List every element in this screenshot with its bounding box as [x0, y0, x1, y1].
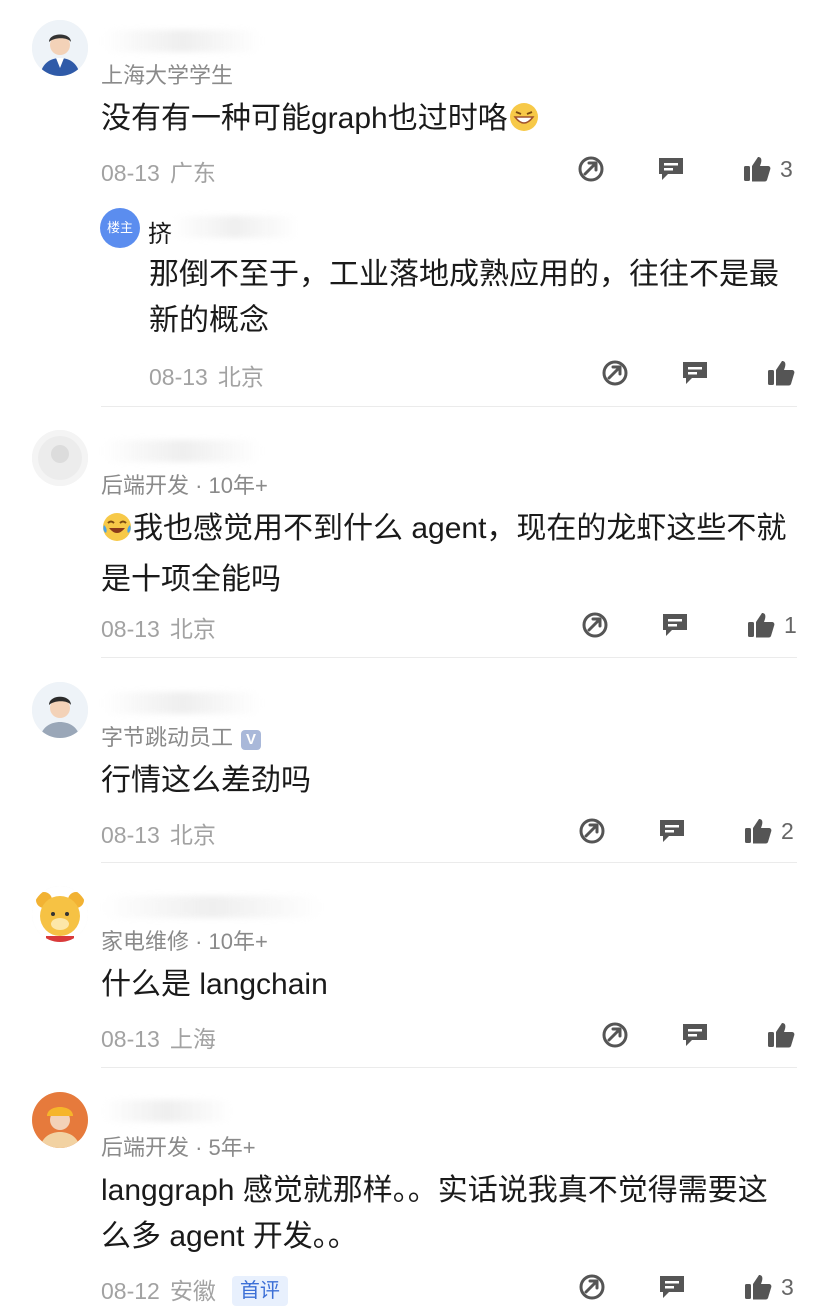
avatar[interactable]: [32, 430, 88, 486]
thumbs-up-icon[interactable]: [742, 154, 772, 184]
comment-location: 广东: [169, 160, 216, 186]
author-tag: 后端开发 · 5年+: [101, 1135, 256, 1160]
share-icon[interactable]: [577, 1272, 607, 1302]
blurred-username: [102, 1100, 232, 1122]
first-comment-badge: 首评: [231, 1276, 288, 1306]
like-count: 3: [781, 1274, 794, 1300]
comment-icon[interactable]: [680, 358, 710, 388]
comment-text: 我也感觉用不到什么 agent，现在的龙虾这些不就是十项全能吗: [101, 511, 787, 596]
comment-location: 上海: [169, 1026, 216, 1052]
comment-meta: 08-13 上海: [101, 1020, 216, 1054]
comment-meta: 08-13 北京: [101, 816, 216, 850]
author-tag: 后端开发 · 10年+: [101, 473, 268, 498]
comment-date: 08-12: [101, 1278, 160, 1304]
share-icon[interactable]: [600, 1020, 630, 1050]
comment-location: 北京: [169, 616, 216, 642]
comment-icon[interactable]: [657, 816, 687, 846]
reply-meta: 08-13 北京: [149, 358, 264, 392]
owner-badge: 楼主: [100, 208, 140, 248]
verified-badge: V: [241, 730, 262, 750]
blurred-username: [102, 440, 262, 462]
blurred-username: [102, 692, 262, 714]
laugh-cry-emoji: [101, 511, 133, 557]
blurred-username: [170, 216, 300, 238]
like-count: 2: [781, 818, 794, 844]
author-tag: 字节跳动员工 V: [101, 720, 262, 752]
comment-location: 安徽: [169, 1278, 216, 1304]
comment-icon[interactable]: [660, 610, 690, 640]
comment-meta: 08-13 广东: [101, 154, 216, 188]
comment-text: 行情这么差劲吗: [101, 764, 311, 797]
thumbs-up-icon[interactable]: [743, 816, 773, 846]
avatar[interactable]: [32, 886, 88, 942]
share-icon[interactable]: [576, 154, 606, 184]
grin-emoji: [508, 101, 540, 147]
share-icon[interactable]: [580, 610, 610, 640]
share-icon[interactable]: [577, 816, 607, 846]
comment-text: 没有有一种可能graph也过时咯: [101, 96, 791, 147]
thumbs-up-icon[interactable]: [746, 610, 776, 640]
author-tag: 上海大学学生: [101, 63, 234, 88]
comment-date: 08-13: [101, 616, 160, 642]
comment-icon[interactable]: [680, 1020, 710, 1050]
blurred-username: [102, 30, 262, 52]
author-tag: 家电维修 · 10年+: [101, 929, 268, 954]
comment-meta: 08-13 北京: [101, 610, 216, 644]
thumbs-up-icon[interactable]: [766, 1020, 796, 1050]
avatar[interactable]: [32, 20, 88, 76]
reply-date: 08-13: [149, 364, 208, 390]
divider: [101, 1067, 797, 1068]
divider: [101, 862, 797, 863]
avatar[interactable]: [32, 682, 88, 738]
comment-date: 08-13: [101, 822, 160, 848]
reply-location: 北京: [217, 364, 264, 390]
comment-text: langgraph 感觉就那样。。实话说我真不觉得需要这么多 agent 开发。…: [101, 1174, 768, 1253]
reply-text: 那倒不至于，工业落地成熟应用的，往往不是最新的概念: [149, 258, 779, 337]
reply-author-initial: 挤: [148, 221, 172, 248]
comment-date: 08-13: [101, 1026, 160, 1052]
divider: [101, 406, 797, 407]
divider: [101, 657, 797, 658]
comment-date: 08-13: [101, 160, 160, 186]
comment-text: 什么是 langchain: [101, 968, 328, 1001]
share-icon[interactable]: [600, 358, 630, 388]
thumbs-up-icon[interactable]: [766, 358, 796, 388]
comment-meta: 08-12 安徽 首评: [101, 1272, 288, 1306]
blurred-username: [102, 896, 322, 918]
thumbs-up-icon[interactable]: [743, 1272, 773, 1302]
avatar[interactable]: [32, 1092, 88, 1148]
like-count: 1: [784, 612, 797, 638]
comment-icon[interactable]: [656, 154, 686, 184]
comment-icon[interactable]: [657, 1272, 687, 1302]
comment-location: 北京: [169, 822, 216, 848]
like-count: 3: [780, 156, 793, 182]
